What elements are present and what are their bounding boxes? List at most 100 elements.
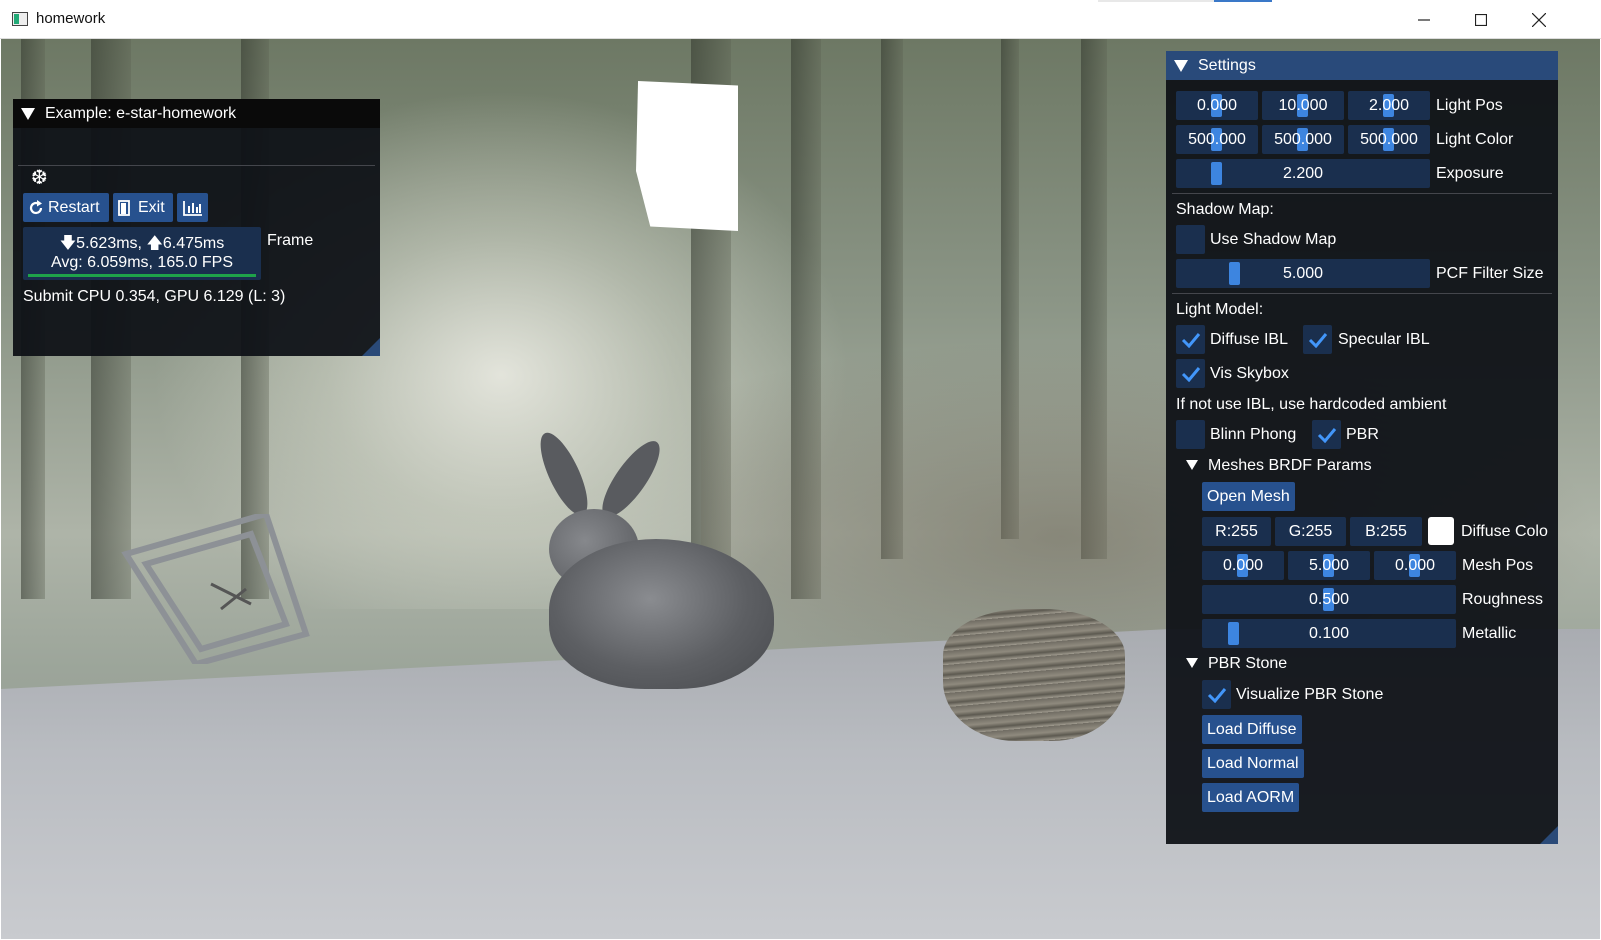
minimize-button[interactable] xyxy=(1395,0,1453,39)
tree-arrow-icon xyxy=(1186,460,1198,470)
light-model-header: Light Model: xyxy=(1176,301,1264,318)
light-pos-y[interactable]: 10.000 xyxy=(1262,91,1344,120)
exposure-label: Exposure xyxy=(1436,165,1504,182)
example-window: Example: e-star-homework ❆ Restart Exit … xyxy=(13,99,380,356)
checkmark-icon xyxy=(1207,687,1226,703)
slider-grab[interactable] xyxy=(1228,622,1239,645)
diffuse-ibl-label: Diffuse IBL xyxy=(1210,331,1288,348)
exit-label: Exit xyxy=(138,198,165,216)
collapse-arrow-icon[interactable] xyxy=(1174,59,1188,72)
example-window-title: Example: e-star-homework xyxy=(45,104,237,122)
separator xyxy=(18,165,375,166)
vis-skybox-checkbox[interactable] xyxy=(1176,359,1205,388)
checkmark-icon xyxy=(1308,332,1327,348)
separator xyxy=(1172,293,1552,294)
pbr-label: PBR xyxy=(1346,426,1379,443)
mesh-pos-x[interactable]: 0.000 xyxy=(1202,551,1284,580)
restart-icon xyxy=(29,199,43,214)
frame-down-time: 5.623ms, xyxy=(76,235,142,252)
mesh-pos-z[interactable]: 0.000 xyxy=(1374,551,1456,580)
pcf-filter-label: PCF Filter Size xyxy=(1436,265,1544,282)
maximize-icon xyxy=(1475,13,1487,26)
exit-door-icon xyxy=(118,199,130,216)
diffuse-color-label: Diffuse Colo xyxy=(1461,523,1548,540)
pbr-stone-header: PBR Stone xyxy=(1208,655,1288,672)
specular-ibl-label: Specular IBL xyxy=(1338,331,1430,348)
load-aorm-button[interactable]: Load AORM xyxy=(1202,783,1300,812)
load-diffuse-button[interactable]: Load Diffuse xyxy=(1202,715,1302,744)
collapse-arrow-icon[interactable] xyxy=(21,107,35,120)
light-color-r[interactable]: 500.000 xyxy=(1176,125,1258,154)
pbr-stone-tree-node[interactable]: PBR Stone xyxy=(1186,655,1287,673)
window-title: homework xyxy=(36,10,106,27)
mesh-pos-label: Mesh Pos xyxy=(1462,557,1534,574)
mesh-pos-y[interactable]: 5.000 xyxy=(1288,551,1370,580)
load-normal-button[interactable]: Load Normal xyxy=(1202,749,1304,778)
diffuse-color-b[interactable]: B:255 xyxy=(1350,517,1422,546)
submit-stats: Submit CPU 0.354, GPU 6.129 (L: 3) xyxy=(23,288,286,305)
diffuse-color-swatch[interactable] xyxy=(1428,517,1454,545)
checkmark-icon xyxy=(1181,332,1200,348)
settings-title: Settings xyxy=(1198,56,1256,74)
arrow-up-icon: 🡅 xyxy=(146,235,163,252)
pbr-stone-mesh xyxy=(943,609,1125,741)
settings-window: Settings 0.000 10.000 2.000 Light Pos 50… xyxy=(1166,51,1558,844)
light-color-g[interactable]: 500.000 xyxy=(1262,125,1344,154)
minimize-icon xyxy=(1418,18,1430,21)
restart-label: Restart xyxy=(48,198,100,216)
maximize-button[interactable] xyxy=(1452,0,1510,39)
bar-chart-icon xyxy=(182,200,202,216)
titlebar-accent xyxy=(1098,0,1214,2)
light-pos-x[interactable]: 0.000 xyxy=(1176,91,1258,120)
specular-ibl-checkbox[interactable] xyxy=(1303,325,1332,354)
snowflake-icon[interactable]: ❆ xyxy=(31,165,48,190)
stats-button[interactable] xyxy=(177,193,208,222)
exit-button[interactable]: Exit xyxy=(113,193,173,222)
wireframe-cube xyxy=(121,514,310,664)
pcf-filter-slider[interactable]: 5.000 xyxy=(1176,259,1430,288)
frame-time-box[interactable]: 🡇5.623ms, 🡅6.475ms Avg: 6.059ms, 165.0 F… xyxy=(23,227,261,280)
slider-grab[interactable] xyxy=(1211,162,1222,185)
shadow-map-header: Shadow Map: xyxy=(1176,201,1274,218)
resize-grip[interactable] xyxy=(1540,826,1558,844)
blinn-phong-checkbox[interactable] xyxy=(1176,420,1205,449)
frame-up-time: 6.475ms xyxy=(162,235,225,252)
exposure-slider[interactable]: 2.200 xyxy=(1176,159,1430,188)
meshes-brdf-header: Meshes BRDF Params xyxy=(1208,457,1372,474)
slider-grab[interactable] xyxy=(1229,262,1240,285)
diffuse-color-r[interactable]: R:255 xyxy=(1202,517,1271,546)
area-light-quad xyxy=(636,81,738,231)
checkmark-icon xyxy=(1317,427,1336,443)
light-pos-z[interactable]: 2.000 xyxy=(1348,91,1430,120)
frame-avg: Avg: 6.059ms, 165.0 FPS xyxy=(50,254,234,271)
visualize-pbr-stone-label: Visualize PBR Stone xyxy=(1236,686,1384,703)
vis-skybox-label: Vis Skybox xyxy=(1210,365,1289,382)
close-button[interactable] xyxy=(1510,0,1568,39)
metallic-label: Metallic xyxy=(1462,625,1517,642)
separator xyxy=(1172,193,1552,194)
roughness-label: Roughness xyxy=(1462,591,1543,608)
example-window-titlebar[interactable]: Example: e-star-homework xyxy=(13,99,380,128)
diffuse-ibl-checkbox[interactable] xyxy=(1176,325,1205,354)
frame-label: Frame xyxy=(267,232,314,249)
settings-titlebar[interactable]: Settings xyxy=(1166,51,1558,80)
fps-bar xyxy=(28,274,256,277)
pbr-checkbox[interactable] xyxy=(1312,420,1341,449)
arrow-down-icon: 🡇 xyxy=(59,235,77,252)
metallic-slider[interactable]: 0.100 xyxy=(1202,619,1456,648)
titlebar-accent-blue xyxy=(1214,0,1272,2)
light-color-b[interactable]: 500.000 xyxy=(1348,125,1430,154)
roughness-slider[interactable]: 0.500 xyxy=(1202,585,1456,614)
close-icon xyxy=(1532,12,1546,27)
resize-grip[interactable] xyxy=(362,338,380,356)
checkmark-icon xyxy=(1181,366,1200,382)
restart-button[interactable]: Restart xyxy=(23,193,109,222)
window-titlebar: homework xyxy=(0,0,1601,39)
use-shadow-map-checkbox[interactable] xyxy=(1176,225,1205,254)
open-mesh-button[interactable]: Open Mesh xyxy=(1202,482,1295,511)
tree-arrow-icon xyxy=(1186,658,1198,668)
visualize-pbr-stone-checkbox[interactable] xyxy=(1202,680,1231,709)
light-pos-label: Light Pos xyxy=(1436,97,1503,114)
meshes-brdf-tree-node[interactable]: Meshes BRDF Params xyxy=(1186,457,1372,475)
diffuse-color-g[interactable]: G:255 xyxy=(1275,517,1346,546)
